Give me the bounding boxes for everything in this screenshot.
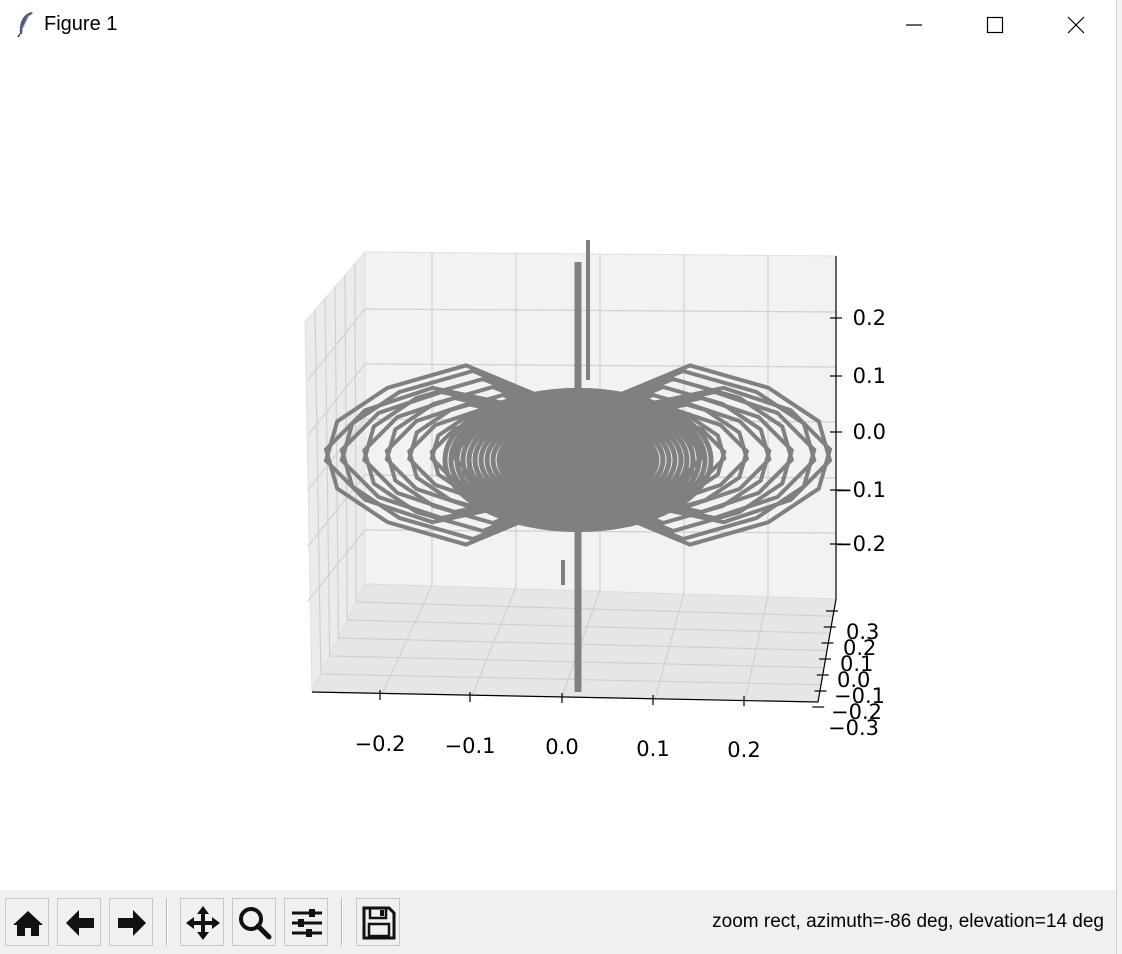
back-button[interactable] [57,898,101,946]
home-button[interactable] [5,898,49,946]
window-edge [1116,0,1122,954]
maximize-icon [986,16,1004,34]
magnifier-icon [239,907,272,940]
toolbar-separator [341,898,343,946]
close-button[interactable] [1036,0,1116,50]
z-tick-label: −0.2 [835,532,886,556]
y-tick-label: −0.3 [828,716,879,740]
3d-axes[interactable]: −0.2 −0.1 0.0 0.1 0.20.20.10.0−0.1−0.20.30.2… [0,50,1116,890]
move-icon [186,906,220,940]
toolbar-separator [166,898,168,946]
zoom-button[interactable] [232,898,276,946]
minimize-icon [906,24,922,26]
navigation-toolbar: zoom rect, azimuth=-86 deg, elevation=14… [0,890,1116,954]
x-tick-label: 0.0 [545,735,578,759]
x-tick-label: 0.2 [727,738,760,762]
pan-button[interactable] [180,898,224,946]
z-tick-label: −0.1 [835,478,886,502]
close-icon [1067,16,1085,34]
status-text: zoom rect, azimuth=-86 deg, elevation=14… [712,911,1104,932]
z-tick-label: 0.2 [853,306,886,330]
plot-canvas[interactable]: −0.2 −0.1 0.0 0.1 0.2 0.2 0.1 0.0 −0.1 −0.2 0.3 0.2… [0,50,1116,890]
minimize-button[interactable] [874,0,954,50]
arrow-left-icon [66,910,94,936]
window-title: Figure 1 [44,13,118,35]
maximize-button[interactable] [955,0,1035,50]
forward-button[interactable] [109,898,153,946]
save-button[interactable] [356,898,400,946]
figure-window: Figure 1 −0.2 −0.1 0.0 0.1 0.2 0.2 0.1 0… [0,0,1116,954]
title-bar[interactable]: Figure 1 [0,0,1116,50]
x-tick-label: −0.1 [445,734,496,758]
sliders-icon [292,909,322,937]
floppy-disk-icon [362,906,396,940]
feather-icon [17,12,33,38]
z-tick-label: 0.1 [853,364,886,388]
z-tick-label: 0.0 [853,420,886,444]
home-icon [13,911,43,936]
x-tick-label: −0.2 [355,732,406,756]
arrow-right-icon [118,910,146,936]
x-tick-label: 0.1 [636,737,669,761]
configure-subplots-button[interactable] [284,898,328,946]
